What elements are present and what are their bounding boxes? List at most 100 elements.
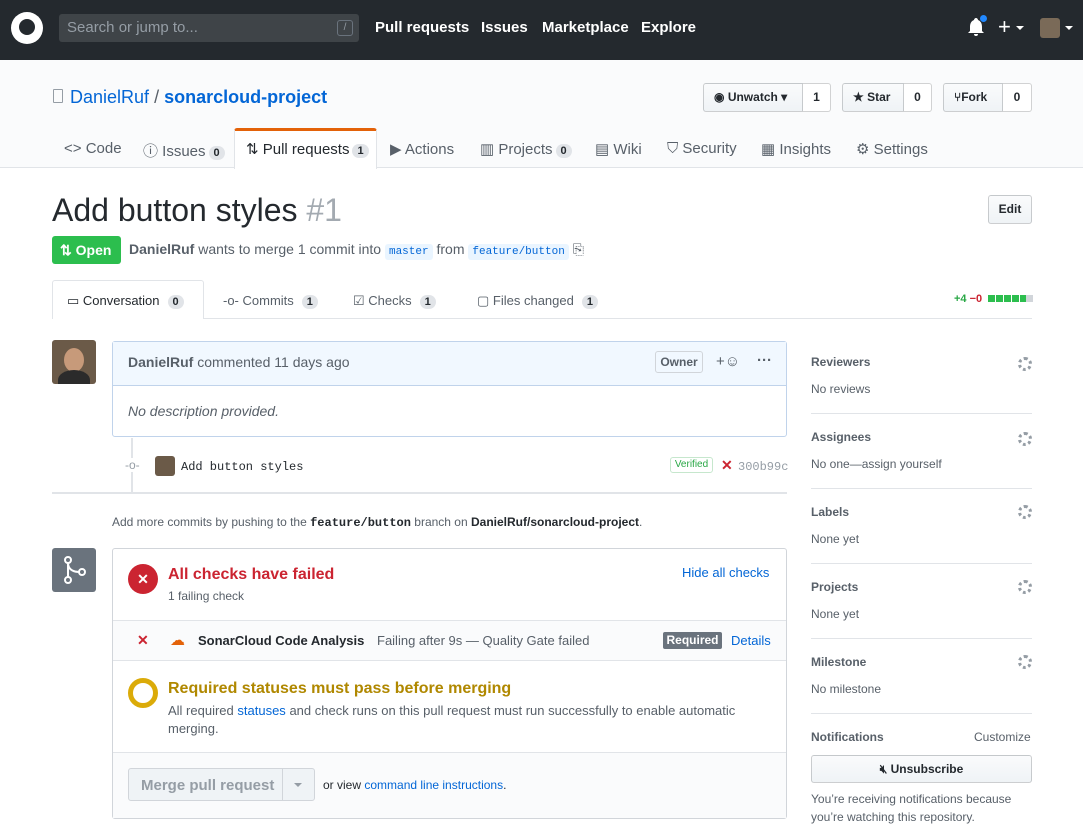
tab-insights-label: Insights [779,141,832,158]
tab-checks[interactable]: ☑ Checks 1 [353,293,436,309]
unsubscribe-button[interactable]: 🔇︎ Unsubscribe [811,755,1032,783]
gear-icon[interactable] [1018,357,1032,371]
eye-icon: ◉ [714,90,728,104]
tab-pull-requests[interactable]: ⇅ Pull requests 1 [246,140,369,158]
x-icon[interactable]: ✕ [721,457,733,474]
verified-badge[interactable]: Verified [670,457,713,473]
user-avatar[interactable] [1040,18,1060,38]
unwatch-button[interactable]: ◉ Unwatch ▾ [703,83,803,112]
statuses-link[interactable]: statuses [237,703,285,718]
hide-all-checks-link[interactable]: Hide all checks [682,565,769,580]
tab-insights[interactable]: ▦ Insights [761,140,831,158]
diffstat-block [1012,295,1019,302]
comment-icon: ▭ [67,293,83,308]
pr-title: Add button styles #1 [52,192,342,229]
play-icon: ▶ [390,141,405,158]
tab-commits[interactable]: -o- Commits 1 [223,293,318,309]
sidebar-projects[interactable]: Projects None yet [811,580,1032,621]
sidebar-assignees[interactable]: Assignees No one—assign yourself [811,430,1032,471]
tab-projects[interactable]: ▥ Projects 0 [480,140,572,158]
merge-pull-request-button[interactable]: Merge pull request [128,768,315,801]
tab-security-label: Security [682,140,737,157]
push-hint: Add more commits by pushing to the featu… [112,515,642,530]
mute-icon: 🔇︎ [879,762,891,776]
assignees-value: No one—assign yourself [811,457,942,471]
required-status-text: All required statuses and check runs on … [168,702,758,738]
timeline-divider [52,492,787,494]
reviewers-heading: Reviewers [811,355,871,369]
x-icon: ✕ [137,632,149,648]
comment-time[interactable]: commented 11 days ago [197,354,349,370]
sidebar-milestone[interactable]: Milestone No milestone [811,655,1032,696]
tab-conversation-label: Conversation [82,293,160,308]
slash-key-hint: / [337,20,353,36]
avatar[interactable] [52,340,96,384]
head-branch[interactable]: feature/button [468,244,569,260]
required-badge: Required [663,632,722,649]
comment-body: No description provided. [128,403,279,419]
tab-conversation[interactable]: ▭ Conversation 0 [67,293,184,309]
fork-button[interactable]: ⑂Fork [943,83,1003,112]
chevron-down-icon[interactable] [294,783,302,787]
x-circle-icon: ✕ [128,564,158,594]
or-view-text: or view [323,778,362,792]
required-text-part2: and check runs on this pull request must… [289,703,736,718]
tab-issues[interactable]: ⓘ Issues 0 [143,140,225,161]
tab-code[interactable]: <> Code [64,140,122,157]
fork-label: Fork [961,90,988,104]
pr-meta: DanielRuf wants to merge 1 commit into m… [129,241,584,260]
pull-request-icon: ⇅ [246,141,263,158]
pr-author[interactable]: DanielRuf [129,241,194,257]
commit-message[interactable]: Add button styles [181,460,303,474]
tab-files-changed[interactable]: ▢ Files changed 1 [477,293,598,309]
nav-marketplace[interactable]: Marketplace [542,19,629,36]
chevron-down-icon [1016,26,1024,30]
repo-title: DanielRuf / sonarcloud-project [70,87,327,108]
create-new-icon[interactable]: + [998,14,1011,40]
fork-count[interactable]: 0 [1003,83,1032,112]
star-button[interactable]: ★ Star [842,83,904,112]
gear-icon[interactable] [1018,432,1032,446]
comment-author[interactable]: DanielRuf [128,354,193,370]
more-options-icon[interactable]: ··· [757,352,772,369]
gear-icon[interactable] [1018,580,1032,594]
nav-issues[interactable]: Issues [481,19,528,36]
base-branch[interactable]: master [384,244,433,260]
pull-request-icon: ⇅ [60,242,72,258]
edit-button[interactable]: Edit [988,195,1032,224]
repo-name-link[interactable]: sonarcloud-project [164,87,327,107]
owner-badge: Owner [655,351,703,373]
nav-explore[interactable]: Explore [641,19,696,36]
tab-security[interactable]: ⛉ Security [667,140,737,157]
issue-icon: ⓘ [143,143,163,160]
command-line-instructions-link[interactable]: command line instructions [364,778,503,792]
commit-sha[interactable]: 300b99c [738,460,788,474]
clipboard-icon[interactable]: ⎘ [573,241,584,257]
milestone-value: No milestone [811,682,882,696]
push-hint-prefix: Add more commits by pushing to the [112,515,307,529]
unwatch-label: Unwatch [727,90,778,104]
customize-link[interactable]: Customize [974,730,1031,744]
book-icon: ▤ [595,141,614,158]
chevron-down-icon [1065,26,1073,30]
repo-owner-link[interactable]: DanielRuf [70,87,149,107]
shield-icon: ⛉ [667,140,683,157]
sidebar-divider [811,713,1032,714]
details-link[interactable]: Details [731,633,771,648]
gear-icon[interactable] [1018,505,1032,519]
nav-pull-requests[interactable]: Pull requests [375,19,469,36]
tab-settings[interactable]: ⚙ Settings [856,140,928,158]
avatar[interactable] [155,456,175,476]
watch-count[interactable]: 1 [803,83,831,112]
sidebar-labels[interactable]: Labels None yet [811,505,1032,546]
search-input[interactable]: Search or jump to... / [59,14,359,42]
github-logo-icon[interactable] [11,12,43,44]
cli-hint-end: . [503,778,507,792]
tab-wiki[interactable]: ▤ Wiki [595,140,642,158]
star-count[interactable]: 0 [904,83,932,112]
sidebar-reviewers[interactable]: Reviewers No reviews [811,355,1032,396]
tab-actions[interactable]: ▶ Actions [390,140,454,158]
gear-icon[interactable] [1018,655,1032,669]
push-hint-branch: feature/button [310,516,411,530]
add-reaction-icon[interactable]: +☺ [716,353,740,370]
